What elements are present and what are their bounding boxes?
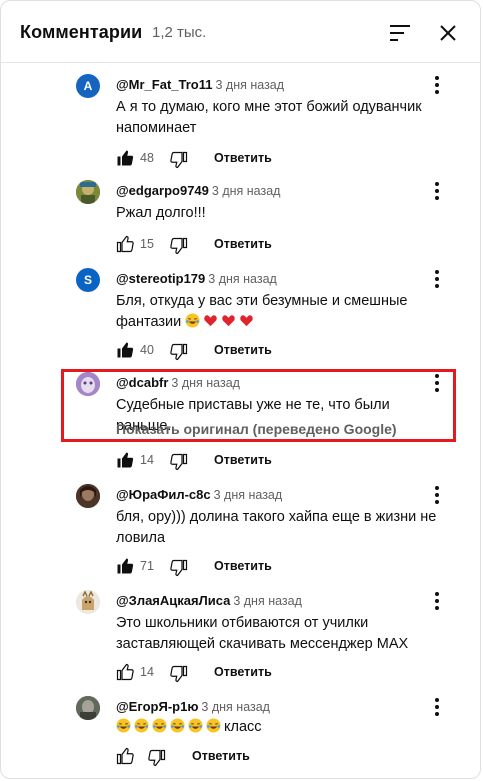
thumb-up-icon[interactable] <box>116 747 134 765</box>
thumb-up-icon[interactable] <box>116 663 134 681</box>
reply-button[interactable]: Ответить <box>214 559 272 573</box>
thumb-up-icon[interactable] <box>116 451 134 469</box>
heart-emoji-icon <box>222 315 235 327</box>
avatar[interactable]: S <box>76 268 100 292</box>
more-vert-icon[interactable] <box>431 181 443 201</box>
thumb-down-icon[interactable] <box>170 237 188 255</box>
laugh-emoji-icon <box>152 718 167 733</box>
comment-time[interactable]: 3 дня назад <box>171 376 240 390</box>
comment-author[interactable]: @stereotip179 <box>116 271 205 286</box>
more-vert-icon[interactable] <box>431 485 443 505</box>
comment-time[interactable]: 3 дня назад <box>201 700 270 714</box>
avatar[interactable] <box>76 484 100 508</box>
comment-meta: @ЮраФил-с8с 3 дня назад <box>116 487 282 502</box>
thumb-down-icon[interactable] <box>170 559 188 577</box>
comment-author[interactable]: @ЕгорЯ-р1ю <box>116 699 198 714</box>
thumb-down-icon[interactable] <box>170 151 188 169</box>
avatar[interactable]: A <box>76 74 100 98</box>
like-count: 40 <box>140 343 154 357</box>
avatar[interactable] <box>76 180 100 204</box>
comment-meta: @ЗлаяАцкаяЛиса 3 дня назад <box>116 593 302 608</box>
more-vert-icon[interactable] <box>431 697 443 717</box>
comments-header: Комментарии 1,2 тыс. <box>1 1 480 63</box>
like-count: 14 <box>140 453 154 467</box>
like-count: 71 <box>140 559 154 573</box>
thumb-up-icon[interactable] <box>116 341 134 359</box>
thumb-down-icon[interactable] <box>148 749 166 767</box>
heart-emoji-icon <box>204 315 217 327</box>
avatar-image <box>76 372 100 396</box>
comment-text-body: Бля, откуда у вас эти безумные и смешные… <box>116 293 408 330</box>
show-original-link[interactable]: Показать оригинал (переведено Google) <box>116 421 397 437</box>
comment-text: бля, ору))) долина такого хайпа еще в жи… <box>116 509 437 546</box>
comment-author[interactable]: @ЗлаяАцкаяЛиса <box>116 593 230 608</box>
like-count: 14 <box>140 665 154 679</box>
comment-meta: @dcabfr 3 дня назад <box>116 375 240 390</box>
comment-time[interactable]: 3 дня назад <box>208 272 277 286</box>
avatar-image <box>76 180 100 204</box>
more-vert-icon[interactable] <box>431 75 443 95</box>
comment-time[interactable]: 3 дня назад <box>233 594 302 608</box>
comment-text: класс <box>116 717 446 738</box>
laugh-emoji-icon <box>188 718 203 733</box>
comments-count: 1,2 тыс. <box>152 24 207 41</box>
thumb-down-icon[interactable] <box>170 343 188 361</box>
comment-text: Это школьники отбиваются от училки заста… <box>116 615 409 652</box>
comment-text: А я то думаю, кого мне этот божий одуван… <box>116 99 422 136</box>
reply-button[interactable]: Ответить <box>214 343 272 357</box>
comment-time[interactable]: 3 дня назад <box>214 488 283 502</box>
avatar-image <box>76 484 100 508</box>
avatar[interactable] <box>76 372 100 396</box>
laugh-emoji-icon <box>206 718 221 733</box>
thumb-up-icon[interactable] <box>116 557 134 575</box>
comment-author[interactable]: @edgarpo9749 <box>116 183 209 198</box>
more-vert-icon[interactable] <box>431 269 443 289</box>
comment-author[interactable]: @Mr_Fat_Tro11 <box>116 77 213 92</box>
laugh-emoji-icon <box>116 718 131 733</box>
comments-title: Комментарии <box>20 22 143 42</box>
avatar-letter: A <box>83 79 93 93</box>
avatar[interactable] <box>76 590 100 614</box>
more-vert-icon[interactable] <box>431 591 443 611</box>
thumb-up-icon[interactable] <box>116 235 134 253</box>
reply-button[interactable]: Ответить <box>214 237 272 251</box>
comment-meta: @ЕгорЯ-р1ю 3 дня назад <box>116 699 270 714</box>
more-vert-icon[interactable] <box>431 373 443 393</box>
avatar-image <box>76 590 100 614</box>
laugh-emoji-icon <box>134 718 149 733</box>
comment-author[interactable]: @ЮраФил-с8с <box>116 487 211 502</box>
comment-time[interactable]: 3 дня назад <box>212 184 281 198</box>
like-count: 15 <box>140 237 154 251</box>
heart-emoji-icon <box>240 315 253 327</box>
avatar[interactable] <box>76 696 100 720</box>
avatar-image <box>76 696 100 720</box>
reply-button[interactable]: Ответить <box>214 665 272 679</box>
thumb-up-icon[interactable] <box>116 149 134 167</box>
comment-author[interactable]: @dcabfr <box>116 375 168 390</box>
comments-panel: Комментарии 1,2 тыс. A @Mr_Fat_Tro11 3 дн… <box>0 0 481 779</box>
comment-meta: @stereotip179 3 дня назад <box>116 271 277 286</box>
thumb-down-icon[interactable] <box>170 665 188 683</box>
comment-text: Бля, откуда у вас эти безумные и смешные… <box>116 291 446 333</box>
thumb-down-icon[interactable] <box>170 453 188 471</box>
reply-button[interactable]: Ответить <box>214 453 272 467</box>
close-icon[interactable] <box>437 22 459 44</box>
reply-button[interactable]: Ответить <box>192 749 250 763</box>
comment-text-body: класс <box>224 719 262 735</box>
comment-meta: @edgarpo9749 3 дня назад <box>116 183 280 198</box>
comment-meta: @Mr_Fat_Tro11 3 дня назад <box>116 77 284 92</box>
reply-button[interactable]: Ответить <box>214 151 272 165</box>
comment-text: Ржал долго!!! <box>116 205 206 221</box>
laugh-emoji-icon <box>185 313 200 328</box>
sort-icon[interactable] <box>388 22 412 44</box>
avatar-letter: S <box>83 273 92 287</box>
laugh-emoji-icon <box>170 718 185 733</box>
like-count: 48 <box>140 151 154 165</box>
comment-time[interactable]: 3 дня назад <box>216 78 285 92</box>
